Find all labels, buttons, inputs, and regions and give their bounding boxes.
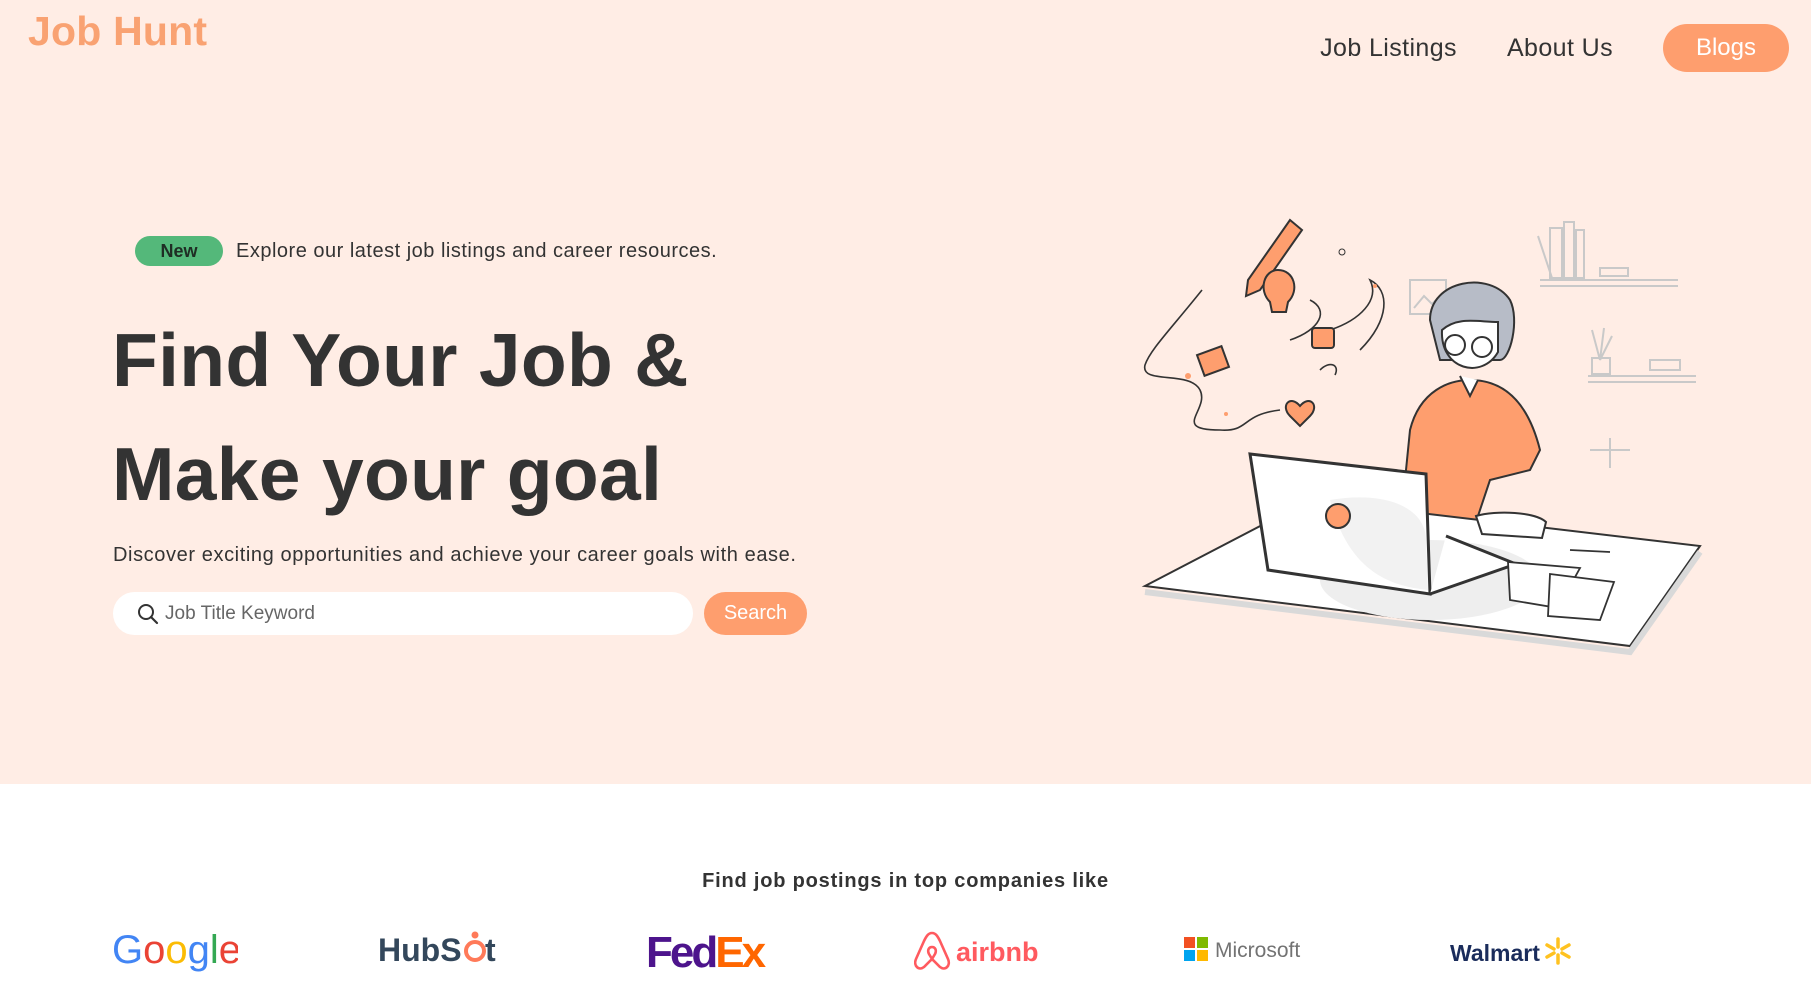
headline-line-1: Find Your Job & [112, 318, 689, 402]
svg-text:Walmart: Walmart [1450, 940, 1540, 966]
fedex-logo: FedEx [646, 920, 772, 980]
thumbs-up-icon [1311, 327, 1335, 349]
company-logos-row: Google HubS t FedEx airbnb Microsoft Wal… [0, 920, 1811, 980]
heart-icon [1284, 400, 1316, 428]
search-button[interactable]: Search [704, 592, 807, 635]
new-badge: New [135, 236, 223, 266]
headline-line-2: Make your goal [112, 432, 663, 516]
google-logo: Google [112, 920, 238, 980]
search-icon [138, 603, 159, 624]
svg-text:Microsoft: Microsoft [1215, 939, 1300, 962]
announcement-text: Explore our latest job listings and care… [236, 239, 718, 262]
announcement-bar: New Explore our latest job listings and … [135, 236, 717, 266]
walmart-logo: Walmart [1450, 920, 1576, 980]
nav-job-listings[interactable]: Job Listings [1320, 34, 1457, 63]
brand-logo[interactable]: Job Hunt [28, 8, 207, 55]
lightbulb-icon [1262, 268, 1296, 313]
svg-text:HubS: HubS [378, 932, 462, 968]
svg-text:FedEx: FedEx [646, 928, 767, 975]
hero-section: Job Hunt Job Listings About Us Blogs New… [0, 0, 1811, 784]
svg-text:t: t [485, 932, 496, 968]
hero-subtext: Discover exciting opportunities and achi… [113, 544, 797, 566]
companies-heading: Find job postings in top companies like [702, 870, 1109, 892]
search-input[interactable] [165, 602, 685, 625]
note-icon [1195, 344, 1231, 378]
airbnb-logo: airbnb [914, 920, 1040, 980]
shelf-icon [1537, 221, 1678, 287]
top-nav: Job Listings About Us Blogs [1320, 24, 1789, 72]
svg-text:Google: Google [112, 928, 238, 972]
nav-about-us[interactable]: About Us [1507, 34, 1613, 63]
hubspot-logo: HubS t [378, 920, 508, 980]
search-box[interactable] [113, 592, 693, 635]
hero-illustration [1141, 218, 1703, 656]
svg-text:airbnb: airbnb [956, 937, 1039, 967]
blogs-button[interactable]: Blogs [1663, 24, 1789, 72]
doodle-icon [1144, 278, 1385, 431]
microsoft-logo: Microsoft [1184, 920, 1308, 980]
plant-shelf-icon [1588, 327, 1696, 468]
